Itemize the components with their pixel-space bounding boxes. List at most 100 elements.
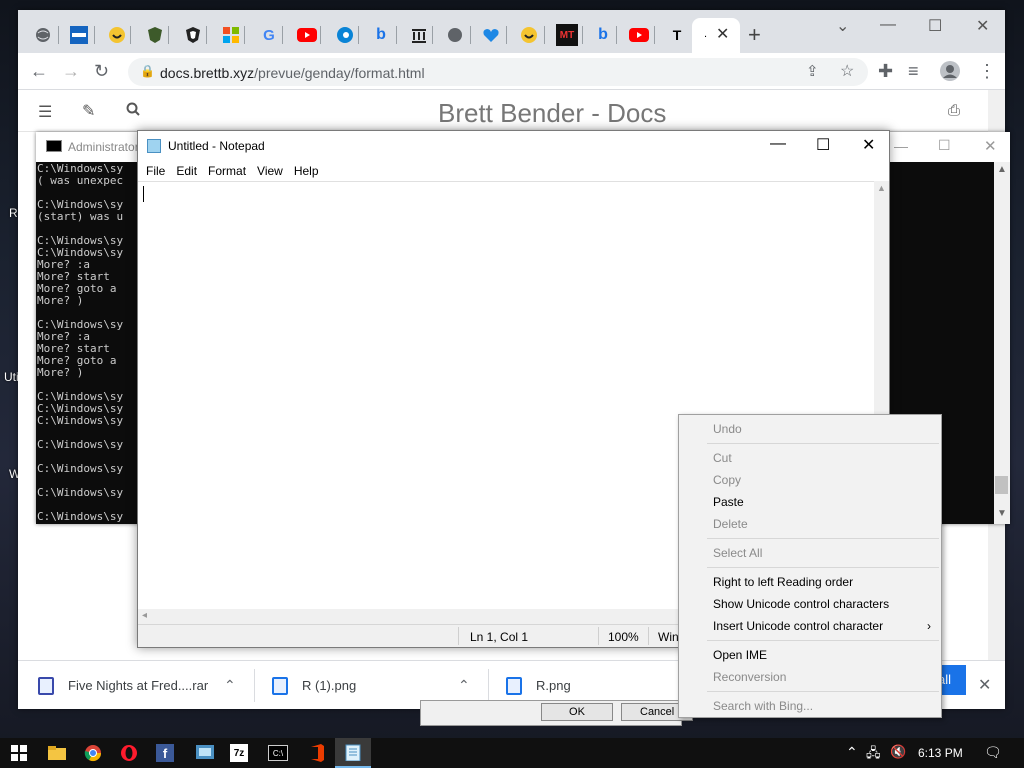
menu-item-select-all[interactable]: Select All	[679, 542, 941, 564]
reload-icon[interactable]: ↻	[94, 61, 109, 82]
menu-format[interactable]: Format	[208, 161, 254, 181]
menu-edit[interactable]: Edit	[176, 161, 205, 181]
close-button[interactable]: ✕	[862, 135, 875, 155]
globe-icon[interactable]	[444, 24, 466, 46]
hamburger-menu-icon[interactable]: ☰	[38, 102, 52, 122]
menu-item-show-unicode[interactable]: Show Unicode control characters	[679, 593, 941, 615]
minimize-button[interactable]: —	[770, 135, 786, 153]
7zip-icon[interactable]: 7z	[230, 744, 248, 762]
maximize-button[interactable]: ☐	[816, 135, 830, 155]
chevron-up-icon[interactable]: ⌃	[458, 677, 470, 694]
download-item[interactable]: Five Nights at Fred....rar ⌃	[38, 661, 268, 710]
scroll-left-icon[interactable]: ◂	[142, 610, 147, 621]
microsoft-icon[interactable]	[220, 24, 242, 46]
office-icon[interactable]	[306, 742, 328, 764]
heart-icon[interactable]	[480, 24, 502, 46]
network-icon[interactable]: 🖧	[866, 744, 881, 766]
share-icon[interactable]: ⇪	[806, 62, 819, 80]
page-title: Brett Bender - Docs	[438, 98, 667, 128]
image-file-icon	[272, 676, 288, 695]
notepad-icon[interactable]	[335, 738, 371, 768]
bing-icon[interactable]: b	[370, 24, 392, 46]
globe-icon[interactable]	[32, 24, 54, 46]
volume-muted-icon[interactable]: 🔇	[890, 744, 906, 760]
shield-green-icon[interactable]	[144, 24, 166, 46]
back-icon[interactable]: ←	[30, 61, 48, 82]
edge-icon[interactable]	[334, 24, 356, 46]
menu-item-rtl-reading-order[interactable]: Right to left Reading order	[679, 571, 941, 593]
mt-icon[interactable]: MT	[556, 24, 578, 46]
close-downloads-icon[interactable]: ✕	[978, 675, 991, 695]
line-ending: Win	[658, 630, 679, 644]
media-control-icon[interactable]: ≡	[908, 61, 919, 82]
tab-search-icon[interactable]: ⌄	[836, 16, 849, 36]
menu-item-reconversion[interactable]: Reconversion	[679, 666, 941, 688]
vrm-icon[interactable]	[68, 24, 90, 46]
menu-item-copy[interactable]: Copy	[679, 469, 941, 491]
chrome-icon[interactable]	[82, 742, 104, 764]
menu-item-cut[interactable]: Cut	[679, 447, 941, 469]
menu-file[interactable]: File	[146, 161, 173, 181]
profile-avatar-icon[interactable]	[940, 61, 960, 86]
forward-icon[interactable]: →	[62, 61, 80, 82]
scroll-down-icon[interactable]: ▼	[997, 508, 1007, 519]
close-tab-icon[interactable]: ✕	[716, 24, 729, 44]
control-panel-icon[interactable]	[194, 742, 216, 764]
url-text[interactable]: docs.brettb.xyz/prevue/genday/format.htm…	[160, 65, 425, 81]
windows-start-icon[interactable]	[8, 742, 30, 764]
youtube-icon[interactable]	[628, 24, 650, 46]
smiley-icon[interactable]	[106, 24, 128, 46]
notepad-titlebar[interactable]: Untitled - Notepad — ☐ ✕	[138, 131, 889, 161]
shield-icon[interactable]	[182, 24, 204, 46]
notifications-icon[interactable]: 🗨	[984, 744, 1002, 761]
print-icon[interactable]: ⎙	[948, 102, 960, 119]
menu-view[interactable]: View	[257, 161, 291, 181]
console-minimize-button[interactable]: —	[894, 138, 908, 154]
maximize-button[interactable]: ☐	[928, 16, 942, 36]
chevron-up-icon[interactable]: ⌃	[224, 677, 236, 694]
brush-icon[interactable]: ✎	[82, 101, 95, 121]
t-icon[interactable]: T	[666, 24, 688, 46]
menu-item-delete[interactable]: Delete	[679, 513, 941, 535]
lock-icon[interactable]: 🔒	[140, 64, 155, 78]
scroll-up-icon[interactable]: ▲	[997, 164, 1007, 175]
show-hidden-icons-icon[interactable]: ⌃	[846, 744, 858, 761]
scroll-thumb[interactable]	[995, 476, 1008, 494]
menu-item-undo[interactable]: Undo	[679, 418, 941, 440]
bookmark-star-icon[interactable]: ☆	[840, 61, 854, 81]
extensions-icon[interactable]: ✚	[878, 61, 893, 82]
new-tab-button[interactable]: +	[748, 22, 761, 48]
desktop-icon-label[interactable]: Uti	[4, 370, 19, 384]
menu-item-insert-unicode[interactable]: Insert Unicode control character ›	[679, 615, 941, 637]
ok-button[interactable]: OK	[541, 703, 613, 721]
close-window-button[interactable]: ✕	[976, 16, 989, 36]
image-file-icon	[506, 676, 522, 695]
notepad-title: Untitled - Notepad	[168, 139, 265, 153]
search-icon[interactable]	[126, 102, 140, 120]
address-bar[interactable]: 🔒 docs.brettb.xyz/prevue/genday/format.h…	[128, 58, 868, 86]
docs-header: ☰ ✎ Brett Bender - Docs ⎙	[18, 90, 988, 132]
console-maximize-button[interactable]: ☐	[938, 137, 951, 154]
scroll-up-icon[interactable]: ▲	[877, 183, 886, 193]
clock[interactable]: 6:13 PM	[918, 746, 963, 760]
menu-item-search-bing[interactable]: Search with Bing...	[679, 695, 941, 717]
cmd-icon[interactable]: C:\	[268, 745, 288, 761]
smiley-icon[interactable]	[518, 24, 540, 46]
minimize-button[interactable]: —	[880, 16, 896, 34]
console-scrollbar[interactable]: ▲ ▼	[994, 162, 1010, 524]
google-icon[interactable]: G	[258, 24, 280, 46]
menu-item-open-ime[interactable]: Open IME	[679, 644, 941, 666]
opera-icon[interactable]	[118, 742, 140, 764]
cmd-icon	[46, 140, 62, 152]
menu-help[interactable]: Help	[294, 161, 327, 181]
bing-icon[interactable]: b	[592, 24, 614, 46]
tab-active[interactable]: . ✕	[692, 18, 740, 53]
console-close-button[interactable]: ✕	[984, 137, 997, 155]
facebook-icon[interactable]: f	[156, 744, 174, 762]
menu-item-paste[interactable]: Paste	[679, 491, 941, 513]
desktop-icon-label[interactable]: R	[9, 206, 18, 220]
building-icon[interactable]	[408, 24, 430, 46]
chrome-menu-icon[interactable]: ⋮	[978, 61, 996, 82]
youtube-icon[interactable]	[296, 24, 318, 46]
file-explorer-icon[interactable]	[46, 742, 68, 764]
